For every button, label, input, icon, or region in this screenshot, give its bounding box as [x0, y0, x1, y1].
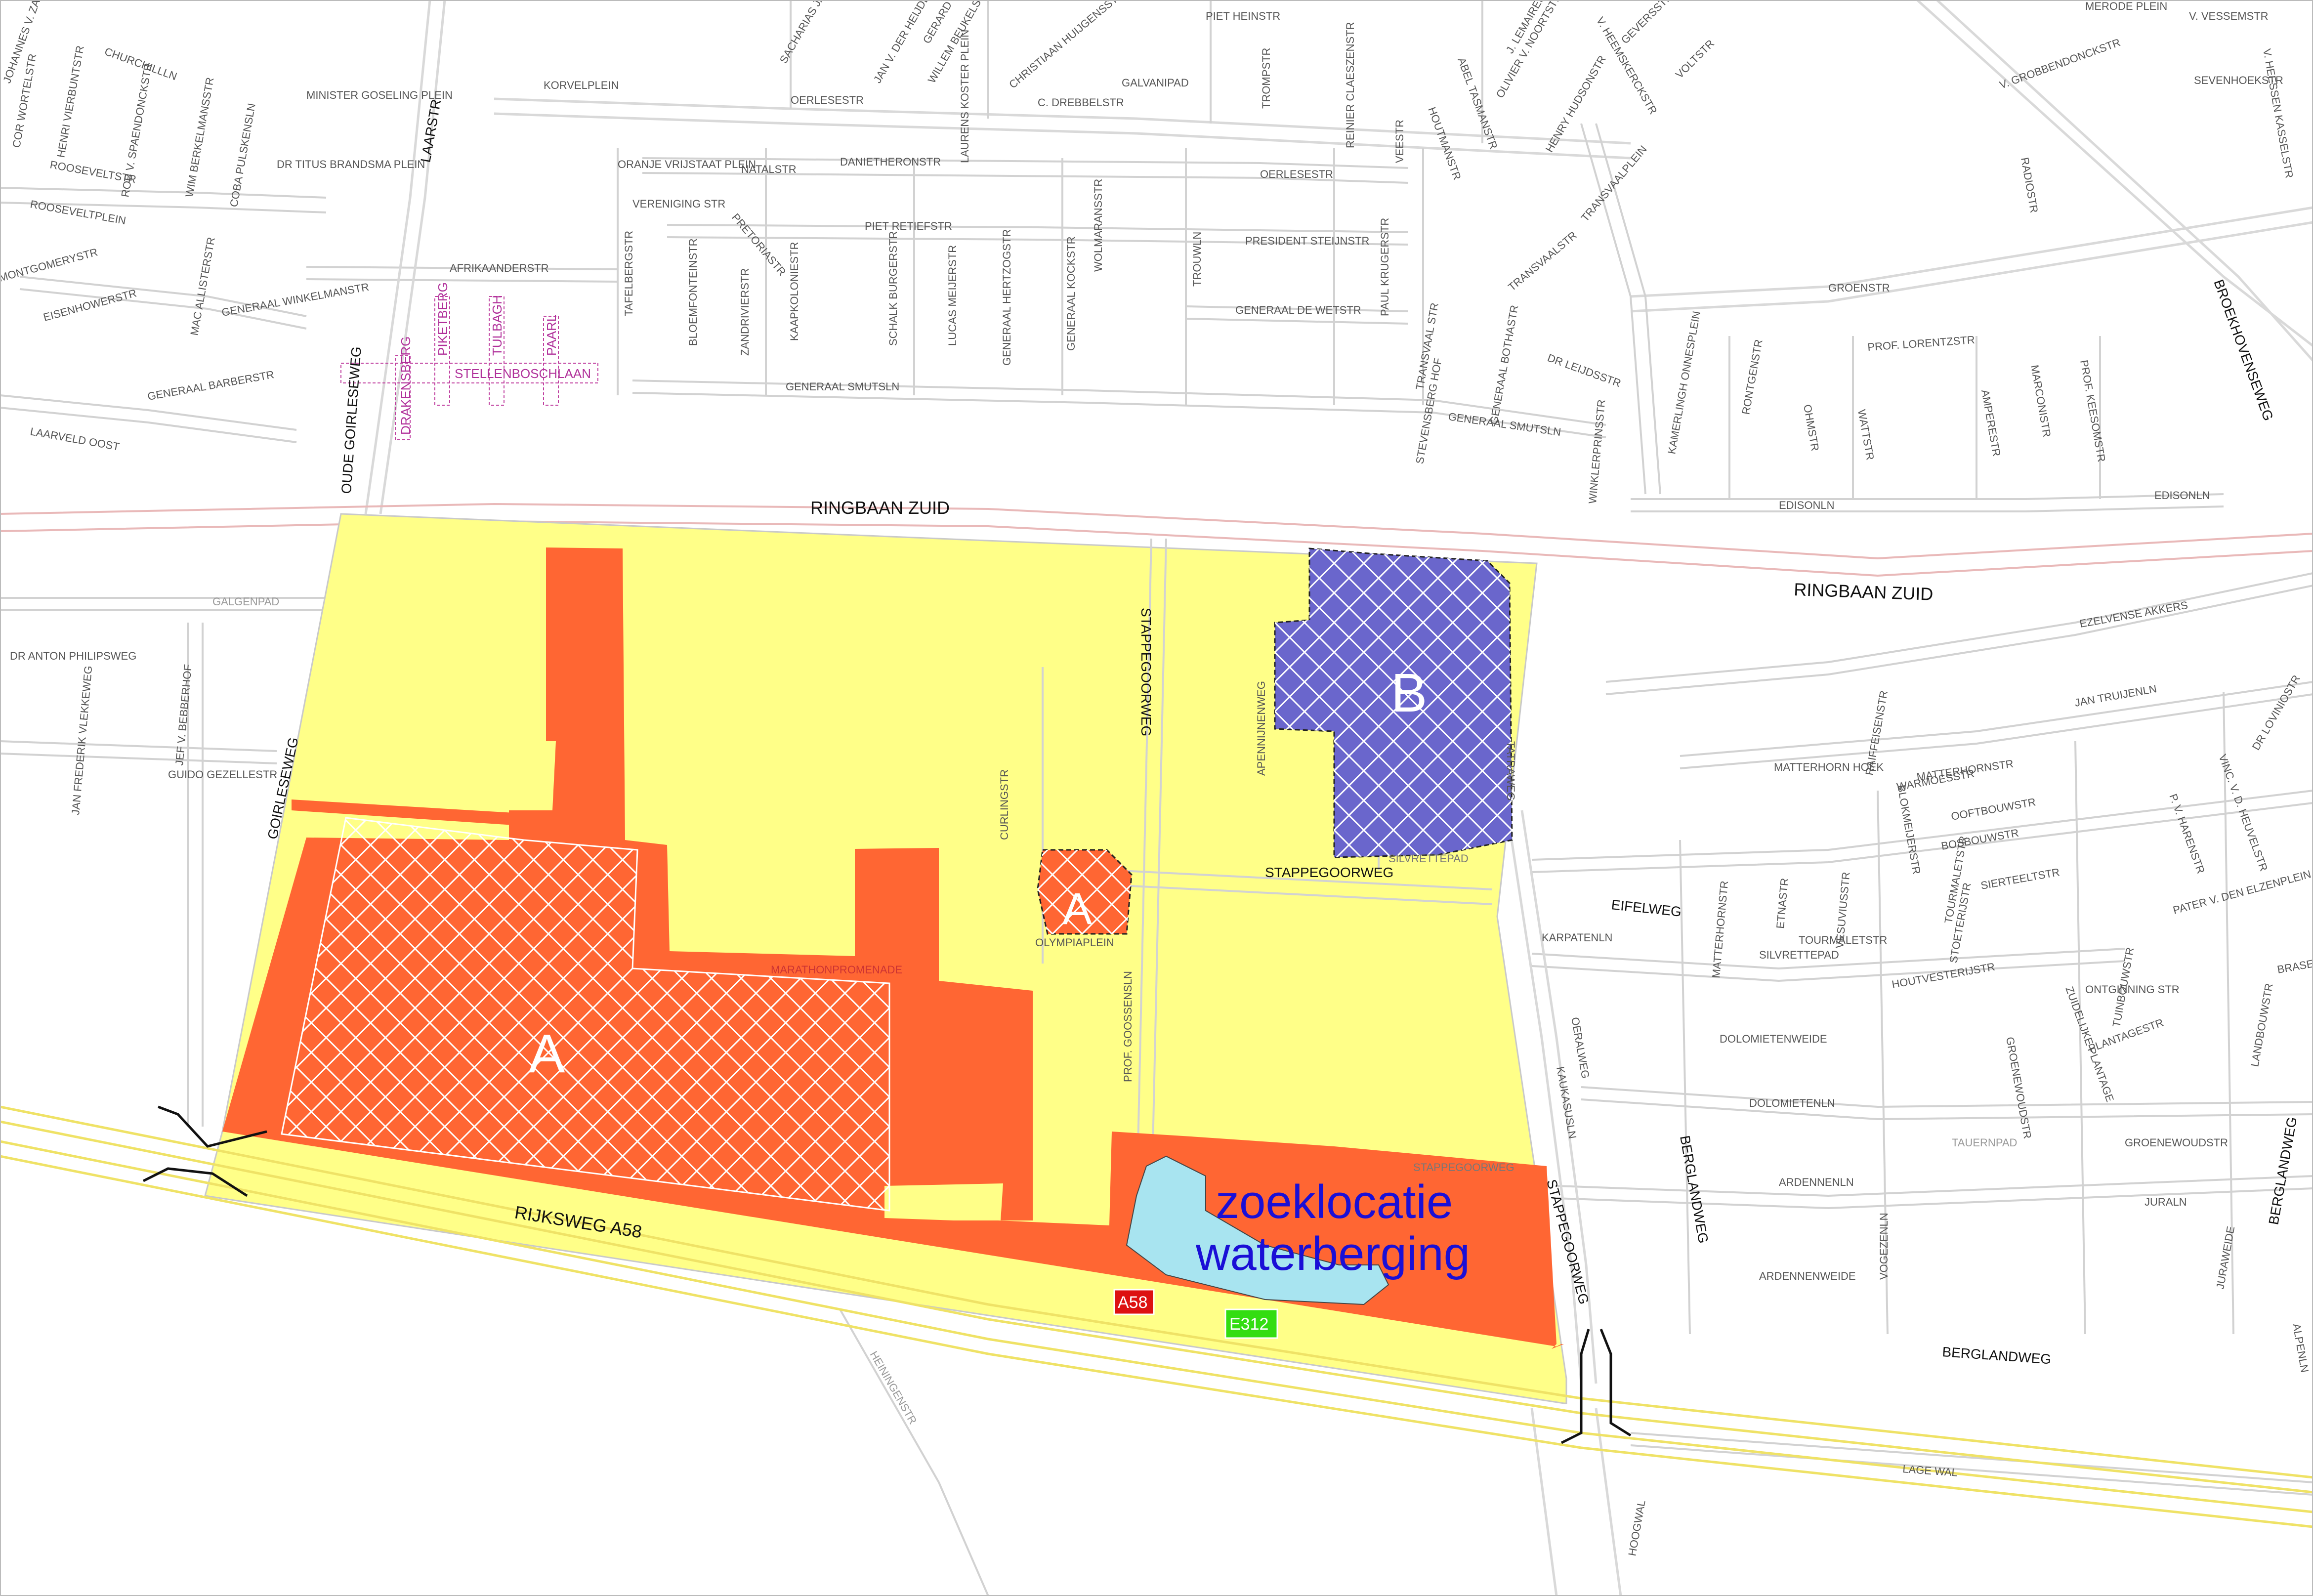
- label-galvanipad: GALVANIPAD: [1122, 77, 1189, 89]
- label-president-steijnstr: PRESIDENT STEIJNSTR: [1245, 235, 1369, 247]
- label-veestr: VEESTR: [1393, 120, 1406, 163]
- label-silvrettepad: SILVRETTEPAD: [1759, 949, 1839, 961]
- label-piet-heinstr: PIET HEINSTR: [1206, 10, 1280, 22]
- area-b-label: B: [1391, 663, 1427, 723]
- label-reinier-claeszenstr: REINIER CLAESZENSTR: [1344, 22, 1356, 149]
- label-apennijnenweg: APENNIJNENWEG: [1255, 681, 1267, 776]
- label-tafelbergstr: TAFELBERGSTR: [623, 231, 635, 316]
- label-lucas-meijerstr: LUCAS MEIJERSTR: [946, 245, 959, 346]
- label-trouwln: TROUWLN: [1191, 232, 1203, 287]
- label-vogezenln: VOGEZENLN: [1878, 1213, 1890, 1280]
- label-ardennenln: ARDENNENLN: [1779, 1176, 1854, 1188]
- label-paul-krugerstr: PAUL KRUGERSTR: [1379, 218, 1391, 316]
- label-ardennenweide: ARDENNENWEIDE: [1759, 1270, 1856, 1282]
- label-drakensberg: DRAKENSBERG: [398, 336, 413, 435]
- label-stappegoorweg-horizontal: STAPPEGOORWEG: [1265, 865, 1393, 880]
- label-vereniging-str: VERENIGING STR: [632, 198, 725, 210]
- label-merode-plein: MERODE PLEIN: [2085, 0, 2167, 12]
- label-edisonln-1: EDISONLN: [2154, 489, 2210, 502]
- e312-shield: E312: [1224, 1308, 1278, 1339]
- label-stappegoorweg-small: STAPPEGOORWEG: [1413, 1161, 1514, 1174]
- label-vessemstr: V. VESSEMSTR: [2189, 10, 2269, 22]
- label-ontginning-str: ONTGINNING STR: [2085, 983, 2180, 996]
- search-location-label-line2: waterberging: [1195, 1227, 1470, 1280]
- label-guido-gezellestr: GUIDO GEZELLESTR: [168, 768, 277, 781]
- label-stellenboschlaan: STELLENBOSCHLAAN: [455, 366, 591, 381]
- label-bloemfonteinstr: BLOEMFONTEINSTR: [687, 238, 699, 346]
- label-generaal-de-wetstr: GENERAAL DE WETSTR: [1235, 304, 1361, 316]
- label-silvrettepad-2: SILVRETTEPAD: [1388, 852, 1469, 865]
- label-piet-retiefstr: PIET RETIEFSTR: [865, 220, 952, 232]
- e312-shield-text: E312: [1229, 1315, 1268, 1334]
- label-ringbaan-zuid-1: RINGBAAN ZUID: [810, 498, 950, 518]
- label-karpatenln: KARPATENLN: [1542, 931, 1612, 944]
- label-dolomietenweide: DOLOMIETENWEIDE: [1720, 1033, 1827, 1045]
- label-olympiaplein: OLYMPIAPLEIN: [1035, 936, 1114, 949]
- label-tulbagh: TULBAGH: [490, 295, 505, 356]
- area-a-large-label: A: [529, 1023, 565, 1084]
- search-location-label-line1: zoeklocatie: [1216, 1176, 1453, 1228]
- a58-shield: A58: [1113, 1289, 1155, 1315]
- label-edisonln-2: EDISONLN: [1779, 499, 1834, 511]
- label-paarl: PAARL: [544, 315, 559, 356]
- label-generaal-hertzogstr: GENERAAL HERTZOGSTR: [1001, 229, 1013, 366]
- label-korvelplein: KORVELPLEIN: [544, 79, 619, 91]
- label-piketberg: PIKETBERG: [435, 282, 450, 356]
- label-tatraweg: TATRAWEG: [1505, 741, 1517, 801]
- label-wolmaransstr: WOLMARANSSTR: [1092, 179, 1104, 272]
- label-oerlesestr-1: OERLESESTR: [791, 94, 864, 106]
- label-curlingstr: CURLINGSTR: [998, 769, 1010, 840]
- label-marathonpromenade: MARATHONPROMENADE: [771, 964, 902, 976]
- label-stappegoorweg-vertical: STAPPEGOORWEG: [1138, 608, 1154, 736]
- label-tromstr: TROMPSTR: [1260, 48, 1272, 109]
- label-generaal-smutsln-1: GENERAAL SMUTSLN: [786, 380, 899, 393]
- label-generaal-kockstr: GENERAAL KOCKSTR: [1065, 237, 1077, 351]
- label-kaapkolonistr: KAAPKOLONIESTR: [788, 242, 800, 341]
- site-plan-map: RINGBAAN ZUID RINGBAAN ZUID RIJKSWEG A58…: [0, 0, 2313, 1596]
- label-dr-anton-philipsweg: DR ANTON PHILIPSWEG: [10, 650, 136, 662]
- label-prof-goossensln: PROF. GOOSSENSLN: [1122, 971, 1134, 1082]
- label-oerlesestr-2: OERLESESTR: [1260, 168, 1333, 180]
- label-juraln: JURALN: [2145, 1196, 2187, 1208]
- label-danietheronstr: DANIETHERONSTR: [840, 156, 941, 168]
- label-zandrivierstr: ZANDRIVIERSTR: [739, 268, 751, 356]
- label-tauernpad: TAUERNPAD: [1952, 1136, 2017, 1149]
- label-laurens-koster-plein: LAURENS KOSTER PLEIN: [959, 30, 971, 163]
- a58-shield-text: A58: [1118, 1293, 1148, 1312]
- label-groenstr: GROENSTR: [1828, 282, 1890, 294]
- label-groenewoudstr: GROENEWOUDSTR: [2125, 1136, 2228, 1149]
- area-a-small-label: A: [1062, 884, 1092, 934]
- label-minister-goseling-plein: MINISTER GOSELING PLEIN: [306, 89, 453, 101]
- label-c-drebbelstr: C. DREBBELSTR: [1038, 96, 1124, 109]
- label-oranje-vrijstaat-plein: ORANJE VRIJSTAAT PLEIN: [618, 158, 756, 170]
- label-dr-titus-brandsma-plein: DR TITUS BRANDSMA PLEIN: [277, 158, 425, 170]
- label-dolomietenln: DOLOMIETENLN: [1749, 1097, 1835, 1109]
- label-galgenpad: GALGENPAD: [212, 595, 279, 608]
- label-schalk-burgerstr: SCHALK BURGERSTR: [887, 231, 899, 346]
- label-afrikaanderstr: AFRIKAANDERSTR: [450, 262, 548, 274]
